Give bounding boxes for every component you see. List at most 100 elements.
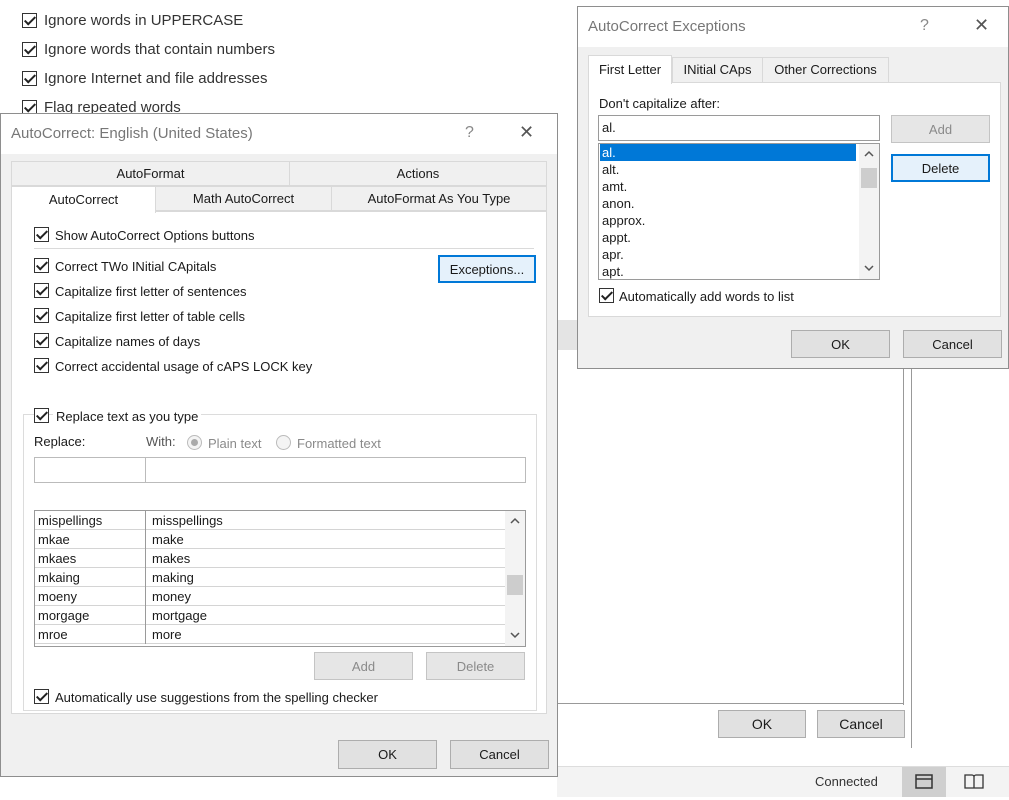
- bg-dialog-bottom-edge: [557, 703, 904, 704]
- table-row[interactable]: mkaing making: [35, 568, 505, 587]
- caps-lock-checkbox[interactable]: [34, 358, 49, 373]
- capitalize-table-cells-label: Capitalize first letter of table cells: [55, 309, 246, 324]
- correct-two-initial-label: Correct TWo INitial CApitals: [55, 259, 217, 274]
- exc-scrollbar[interactable]: [859, 144, 879, 279]
- exceptions-button[interactable]: Exceptions...: [438, 255, 536, 283]
- cell-divider: [145, 587, 146, 606]
- exceptions-close-button[interactable]: ✕: [974, 15, 989, 36]
- exc-add-button[interactable]: Add: [891, 115, 990, 143]
- tab-first-letter[interactable]: First Letter: [588, 55, 672, 84]
- tab-autoformat-as-you-type[interactable]: AutoFormat As You Type: [331, 186, 547, 211]
- replace-text-label: Replace text as you type: [53, 409, 202, 424]
- capitalize-days-checkbox[interactable]: [34, 333, 49, 348]
- read-mode-view-button[interactable]: [957, 767, 1001, 797]
- bg-dialog-outer-edge: [911, 360, 912, 748]
- status-text: Connected: [815, 774, 878, 789]
- replace-label: Replace:: [34, 434, 86, 449]
- with-cell: making: [152, 570, 194, 585]
- entries-scrollbar[interactable]: [505, 511, 525, 646]
- exc-scroll-down-icon[interactable]: [864, 264, 874, 272]
- autocorrect-dialog: AutoCorrect: English (United States) ? ✕…: [0, 113, 558, 777]
- exceptions-help-button[interactable]: ?: [920, 17, 929, 35]
- show-options-label: Show AutoCorrect Options buttons: [55, 228, 255, 243]
- bg-dialog-inner-edge: [903, 360, 904, 705]
- ac-delete-button[interactable]: Delete: [426, 652, 525, 680]
- exc-delete-button[interactable]: Delete: [891, 154, 990, 182]
- exceptions-title: AutoCorrect Exceptions: [588, 18, 746, 35]
- table-row[interactable]: mroe more: [35, 625, 505, 644]
- list-item[interactable]: apr.: [600, 246, 856, 263]
- bg-cancel-button[interactable]: Cancel: [817, 710, 905, 738]
- show-options-checkbox[interactable]: [34, 227, 49, 242]
- tab-initial-caps[interactable]: INitial CAps: [672, 57, 763, 83]
- scroll-up-icon[interactable]: [510, 517, 520, 525]
- list-item[interactable]: approx.: [600, 212, 856, 229]
- list-item[interactable]: appt.: [600, 229, 856, 246]
- replace-cell: moeny: [38, 589, 78, 604]
- correct-two-initial-checkbox[interactable]: [34, 258, 49, 273]
- ignore-uppercase-checkbox[interactable]: [22, 13, 37, 28]
- plain-text-radio[interactable]: [187, 435, 202, 450]
- with-input[interactable]: [145, 457, 526, 483]
- exc-cancel-button[interactable]: Cancel: [903, 330, 1002, 358]
- table-row[interactable]: mkaes makes: [35, 549, 505, 568]
- replace-cell: mispellings: [38, 513, 103, 528]
- table-row[interactable]: morgage mortgage: [35, 606, 505, 625]
- capitalize-sentences-label: Capitalize first letter of sentences: [55, 284, 247, 299]
- dont-capitalize-label: Don't capitalize after:: [599, 96, 720, 111]
- table-row[interactable]: mispellings misspellings: [35, 511, 505, 530]
- with-cell: makes: [152, 551, 191, 566]
- table-row[interactable]: mkae make: [35, 530, 505, 549]
- formatted-text-radio[interactable]: [276, 435, 291, 450]
- list-item[interactable]: amt.: [600, 178, 856, 195]
- spelling-suggestions-label: Automatically use suggestions from the s…: [55, 690, 378, 705]
- capitalize-sentences-checkbox[interactable]: [34, 283, 49, 298]
- cell-divider: [145, 606, 146, 625]
- exception-list[interactable]: al. alt. amt. anon. approx. appt. apr. apt.: [598, 143, 880, 280]
- exc-scroll-up-icon[interactable]: [864, 150, 874, 158]
- replace-text-checkbox[interactable]: [34, 408, 49, 423]
- autocorrect-title: AutoCorrect: English (United States): [11, 125, 253, 142]
- exc-scroll-thumb[interactable]: [861, 168, 877, 188]
- ignore-internet-checkbox[interactable]: [22, 71, 37, 86]
- ignore-internet-label: Ignore Internet and file addresses: [44, 70, 268, 87]
- list-item[interactable]: al.: [599, 144, 857, 162]
- separator: [34, 248, 534, 249]
- entries-scroll-thumb[interactable]: [507, 575, 523, 595]
- scroll-down-icon[interactable]: [510, 631, 520, 639]
- list-item[interactable]: alt.: [600, 161, 856, 178]
- plain-text-label: Plain text: [208, 436, 262, 451]
- list-item[interactable]: apt.: [600, 263, 856, 279]
- ac-add-button[interactable]: Add: [314, 652, 413, 680]
- ac-ok-button[interactable]: OK: [338, 740, 437, 769]
- cell-divider: [145, 511, 146, 530]
- autocorrect-help-button[interactable]: ?: [465, 124, 474, 142]
- replacement-list[interactable]: mispellings misspellings mkae make mkaes make…: [34, 510, 526, 647]
- tab-actions[interactable]: Actions: [289, 161, 547, 186]
- table-row[interactable]: moeny money: [35, 587, 505, 606]
- tab-autoformat[interactable]: AutoFormat: [11, 161, 290, 186]
- read-mode-icon: [964, 774, 984, 789]
- autocorrect-close-button[interactable]: ✕: [519, 122, 534, 143]
- replace-input[interactable]: [34, 457, 146, 483]
- cell-divider: [145, 549, 146, 568]
- caps-lock-label: Correct accidental usage of cAPS LOCK ke…: [55, 359, 313, 374]
- ignore-numbers-checkbox[interactable]: [22, 42, 37, 57]
- spelling-suggestions-checkbox[interactable]: [34, 689, 49, 704]
- tab-other-corrections[interactable]: Other Corrections: [762, 57, 889, 83]
- list-item[interactable]: anon.: [600, 195, 856, 212]
- exceptions-dialog: AutoCorrect Exceptions ? ✕ First Letter …: [577, 6, 1009, 369]
- cell-divider: [145, 530, 146, 549]
- status-bar: Connected: [557, 766, 1009, 797]
- with-cell: more: [152, 627, 182, 642]
- tab-autocorrect[interactable]: AutoCorrect: [11, 186, 156, 213]
- print-layout-view-button[interactable]: [902, 767, 946, 797]
- ac-cancel-button[interactable]: Cancel: [450, 740, 549, 769]
- auto-add-checkbox[interactable]: [599, 288, 614, 303]
- capitalize-table-cells-checkbox[interactable]: [34, 308, 49, 323]
- exc-ok-button[interactable]: OK: [791, 330, 890, 358]
- print-layout-icon: [915, 774, 933, 789]
- exception-input[interactable]: al.: [598, 115, 880, 141]
- tab-math-autocorrect[interactable]: Math AutoCorrect: [155, 186, 332, 211]
- bg-ok-button[interactable]: OK: [718, 710, 806, 738]
